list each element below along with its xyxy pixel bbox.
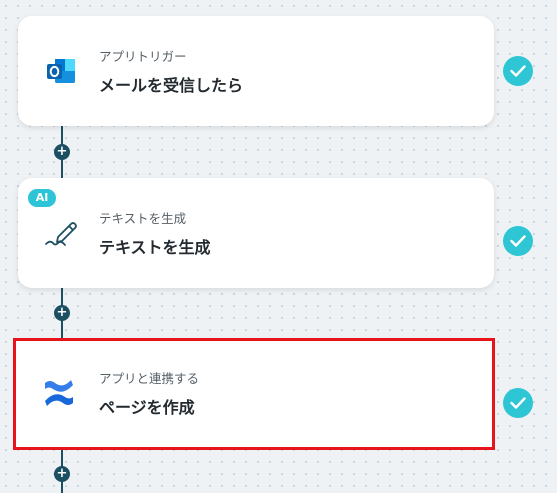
outlook-icon	[44, 54, 78, 88]
step-card-mail-trigger[interactable]: アプリトリガー メールを受信したら	[18, 16, 494, 126]
add-step-button[interactable]: +	[54, 144, 70, 160]
add-step-button[interactable]: +	[54, 466, 70, 482]
step-title: テキストを生成	[99, 238, 211, 257]
check-icon	[503, 56, 533, 86]
step-card-text-generation[interactable]: テキストを生成 テキストを生成	[18, 178, 494, 288]
step-title: メールを受信したら	[99, 76, 244, 95]
pen-icon	[44, 216, 78, 250]
check-icon	[503, 388, 533, 418]
step-subtitle: テキストを生成	[99, 211, 187, 226]
ai-badge: AI	[28, 189, 56, 207]
add-step-button[interactable]: +	[54, 305, 70, 321]
step-card-create-page[interactable]: アプリと連携する ページを作成	[13, 338, 495, 450]
step-title: ページを作成	[99, 398, 195, 417]
confluence-icon	[42, 376, 76, 410]
step-subtitle: アプリトリガー	[99, 49, 187, 64]
check-icon	[503, 226, 533, 256]
step-subtitle: アプリと連携する	[99, 371, 200, 386]
